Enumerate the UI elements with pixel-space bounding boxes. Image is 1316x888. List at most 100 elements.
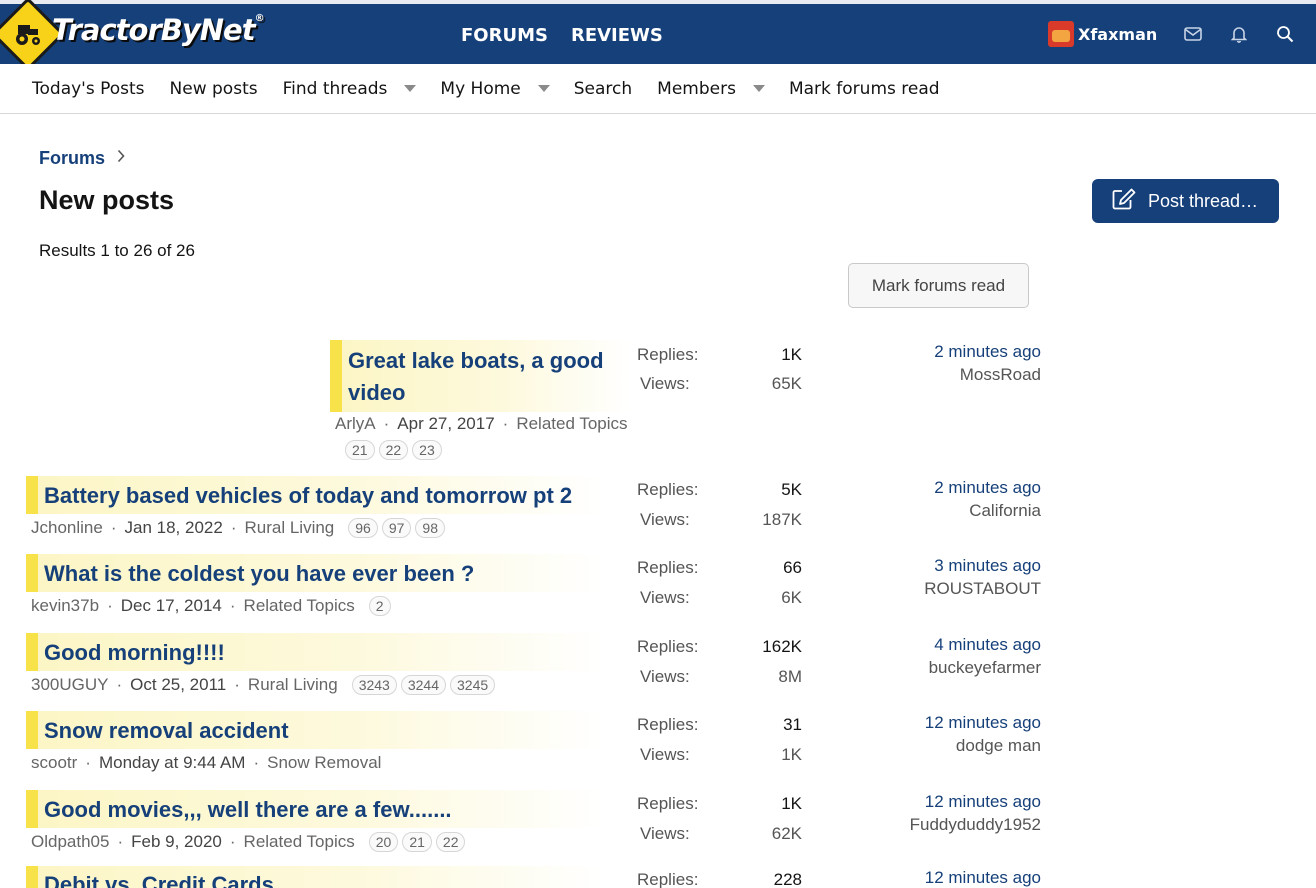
last-post-time[interactable]: 12 minutes ago [816, 713, 1041, 733]
thread-forum[interactable]: Related Topics [516, 414, 627, 434]
post-thread-label: Post thread… [1148, 190, 1259, 211]
thread-stats: Replies: 5K Views: 187K [637, 480, 802, 530]
thread-title-highlight: What is the coldest you have ever been ? [26, 554, 604, 592]
replies-count: 1K [781, 794, 802, 813]
last-post-user[interactable]: MossRoad [816, 365, 1041, 385]
subnav-search[interactable]: Search [574, 79, 632, 99]
page-link[interactable]: 3245 [450, 675, 496, 695]
breadcrumb-forums[interactable]: Forums [39, 148, 105, 169]
thread-title-link[interactable]: Snow removal accident [38, 711, 604, 751]
replies-count: 1K [781, 345, 802, 364]
thread-forum[interactable]: Snow Removal [267, 753, 381, 773]
last-post-time[interactable]: 3 minutes ago [816, 556, 1041, 576]
views-label: Views: [640, 588, 690, 607]
views-count: 6K [781, 588, 802, 607]
find-threads-caret-icon[interactable] [404, 85, 417, 92]
subnav-my-home[interactable]: My Home [440, 79, 520, 99]
thread-title-highlight: Battery based vehicles of today and tomo… [26, 476, 604, 514]
page-title: New posts [39, 185, 175, 215]
thread-author[interactable]: Jchonline [31, 518, 103, 538]
last-post-time[interactable]: 12 minutes ago [816, 868, 1041, 888]
last-post: 12 minutes ago [816, 868, 1041, 888]
nav-reviews[interactable]: REVIEWS [571, 4, 663, 64]
last-post-user[interactable]: California [816, 501, 1041, 521]
thread-title-link[interactable]: Great lake boats, a good video [342, 340, 630, 409]
last-post: 2 minutes ago California [816, 478, 1041, 521]
subnav-todays-posts[interactable]: Today's Posts [32, 79, 145, 99]
last-post: 12 minutes ago Fuddyduddy1952 [816, 792, 1041, 835]
thread-title-highlight: Good morning!!!! [26, 633, 604, 671]
subnav-new-posts[interactable]: New posts [170, 79, 258, 99]
page-link[interactable]: 21 [402, 832, 432, 852]
thread-title-link[interactable]: Good movies,,, well there are a few.....… [38, 790, 604, 830]
sub-nav: Today's Posts New posts Find threads My … [0, 64, 1316, 114]
page-link[interactable]: 96 [348, 518, 378, 538]
page-link[interactable]: 98 [415, 518, 445, 538]
thread-title-link[interactable]: Good morning!!!! [38, 633, 604, 673]
bell-icon[interactable] [1227, 22, 1251, 46]
thread-meta: ArlyA · Apr 27, 2017 · Related Topics [335, 414, 628, 434]
thread-forum[interactable]: Related Topics [244, 832, 355, 852]
thread-title-link[interactable]: Battery based vehicles of today and tomo… [38, 476, 604, 516]
subnav-mark-forums-read[interactable]: Mark forums read [789, 79, 940, 99]
thread-meta: Jchonline · Jan 18, 2022 · Rural Living 96… [31, 518, 445, 538]
views-label: Views: [640, 824, 690, 843]
last-post-user[interactable]: buckeyefarmer [816, 658, 1041, 678]
page-link[interactable]: 3243 [351, 675, 397, 695]
views-count: 62K [771, 824, 802, 843]
avatar[interactable] [1048, 21, 1074, 47]
subnav-find-threads[interactable]: Find threads [283, 79, 388, 99]
last-post-user[interactable]: ROUSTABOUT [816, 579, 1041, 599]
thread-author[interactable]: Oldpath05 [31, 832, 109, 852]
thread-forum[interactable]: Rural Living [248, 675, 338, 695]
my-home-caret-icon[interactable] [537, 85, 550, 92]
main-nav: FORUMS REVIEWS [461, 4, 686, 64]
username[interactable]: Xfaxman [1078, 25, 1157, 44]
thread-author[interactable]: kevin37b [31, 596, 99, 616]
thread-date[interactable]: Jan 18, 2022 [125, 518, 223, 538]
last-post-time[interactable]: 4 minutes ago [816, 635, 1041, 655]
page-link[interactable]: 22 [378, 440, 409, 460]
thread-date[interactable]: Dec 17, 2014 [121, 596, 222, 616]
subnav-members[interactable]: Members [657, 79, 736, 99]
thread-stats: Replies: 162K Views: 8M [637, 637, 802, 687]
replies-count: 162K [762, 637, 802, 656]
nav-forums[interactable]: FORUMS [461, 4, 548, 64]
thread-forum[interactable]: Rural Living [244, 518, 334, 538]
thread-title-link[interactable]: Debit vs. Credit Cards [38, 866, 604, 888]
thread-date[interactable]: Monday at 9:44 AM [99, 753, 245, 773]
thread-author[interactable]: ArlyA [335, 414, 376, 434]
last-post-time[interactable]: 2 minutes ago [816, 342, 1041, 362]
thread-date[interactable]: Oct 25, 2011 [130, 675, 226, 695]
members-caret-icon[interactable] [752, 85, 765, 92]
thread-stats: Replies: 66 Views: 6K [637, 558, 802, 608]
thread-title-highlight: Snow removal accident [26, 711, 604, 749]
replies-label: Replies: [637, 715, 699, 734]
page-link[interactable]: 23 [412, 440, 442, 460]
pencil-square-icon [1112, 188, 1136, 215]
page-link[interactable]: 21 [345, 440, 375, 460]
results-count: Results 1 to 26 of 26 [39, 241, 195, 260]
thread-forum[interactable]: Related Topics [244, 596, 355, 616]
search-icon[interactable] [1273, 22, 1297, 46]
last-post-time[interactable]: 2 minutes ago [816, 478, 1041, 498]
thread-author[interactable]: scootr [31, 753, 77, 773]
thread-title-link[interactable]: What is the coldest you have ever been ? [38, 554, 604, 594]
page-link[interactable]: 22 [435, 832, 466, 852]
replies-label: Replies: [637, 345, 699, 364]
last-post-user[interactable]: Fuddyduddy1952 [816, 815, 1041, 835]
thread-date[interactable]: Feb 9, 2020 [131, 832, 222, 852]
page-link[interactable]: 20 [368, 832, 399, 852]
last-post-user[interactable]: dodge man [816, 736, 1041, 756]
last-post-time[interactable]: 12 minutes ago [816, 792, 1041, 812]
mark-forums-read-button[interactable]: Mark forums read [848, 263, 1029, 308]
thread-date[interactable]: Apr 27, 2017 [397, 414, 494, 434]
thread-author[interactable]: 300UGUY [31, 675, 108, 695]
post-thread-button[interactable]: Post thread… [1092, 179, 1279, 223]
views-count: 187K [762, 510, 802, 529]
page-link[interactable]: 3244 [400, 675, 446, 695]
page-link[interactable]: 2 [368, 596, 391, 616]
page-link[interactable]: 97 [381, 518, 412, 538]
envelope-icon[interactable] [1181, 22, 1205, 46]
views-label: Views: [640, 510, 690, 529]
